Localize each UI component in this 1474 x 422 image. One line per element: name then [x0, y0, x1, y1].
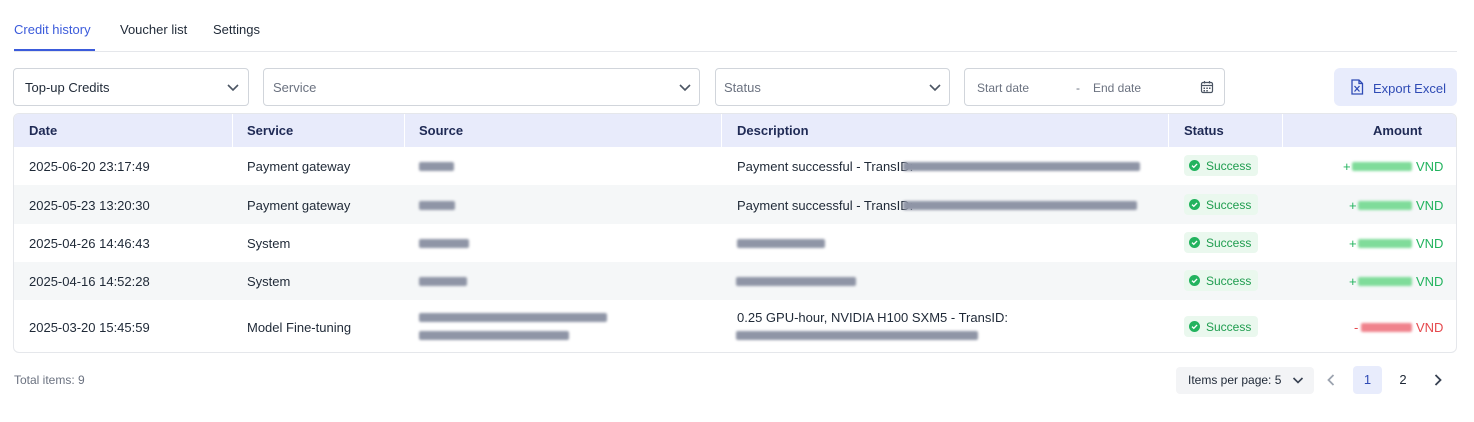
table-row: 2025-03-20 15:45:59 Model Fine-tuning 0.… [14, 300, 1456, 352]
row-service: Payment gateway [247, 159, 351, 174]
redacted-source [419, 162, 454, 171]
tab-settings[interactable]: Settings [213, 22, 260, 37]
end-date-input[interactable]: End date [1093, 81, 1141, 95]
chevron-down-icon [227, 84, 239, 92]
credit-history-table: Date Service Source Description Status A… [13, 113, 1457, 353]
status-text: Success [1206, 159, 1252, 173]
column-header-service: Service [247, 123, 294, 138]
row-date: 2025-05-23 13:20:30 [29, 198, 150, 213]
status-text: Success [1206, 274, 1252, 288]
amount-sign: + [1349, 236, 1357, 251]
active-tab-indicator [14, 49, 95, 51]
redacted-amount [1361, 323, 1412, 332]
amount-sign: + [1349, 274, 1357, 289]
column-header-source: Source [419, 123, 464, 138]
check-circle-icon [1189, 321, 1200, 332]
status-badge: Success [1184, 194, 1258, 215]
amount-currency: VND [1416, 320, 1444, 335]
status-select[interactable]: Status [715, 68, 950, 106]
date-range-picker[interactable]: Start date - End date [964, 68, 1225, 106]
chevron-left-icon[interactable] [1325, 373, 1337, 387]
table-row: 2025-04-26 14:46:43 System Success + VND [14, 224, 1456, 262]
status-select-placeholder: Status [724, 80, 761, 95]
items-per-page-select[interactable]: Items per page: 5 [1176, 367, 1314, 394]
row-date: 2025-03-20 15:45:59 [29, 320, 150, 335]
start-date-input[interactable]: Start date [977, 81, 1029, 95]
page-2-button[interactable]: 2 [1390, 366, 1416, 394]
redacted-source [419, 277, 467, 286]
status-text: Success [1206, 198, 1252, 212]
status-badge: Success [1184, 155, 1258, 176]
chevron-down-icon [929, 84, 941, 92]
column-header-date: Date [29, 123, 58, 138]
amount-sign: + [1349, 198, 1357, 213]
row-service: Model Fine-tuning [247, 320, 352, 335]
column-header-amount: Amount [1373, 123, 1423, 138]
export-excel-label: Export Excel [1373, 81, 1446, 96]
table-row: 2025-06-20 23:17:49 Payment gateway Paym… [14, 147, 1456, 185]
row-service: Payment gateway [247, 198, 351, 213]
amount-currency: VND [1416, 236, 1444, 251]
table-header: Date Service Source Description Status A… [14, 114, 1456, 147]
date-separator: - [1076, 81, 1080, 95]
redacted-amount [1358, 277, 1412, 286]
amount-sign: - [1354, 320, 1359, 335]
row-description: Payment successful - TransID: [737, 159, 914, 174]
total-items: Total items: 9 [14, 373, 85, 387]
type-select[interactable]: Top-up Credits [13, 68, 249, 106]
type-select-value: Top-up Credits [25, 80, 110, 95]
redacted-amount [1352, 162, 1412, 171]
table-row: 2025-05-23 13:20:30 Payment gateway Paym… [14, 185, 1456, 224]
status-badge: Success [1184, 270, 1258, 291]
tab-voucher-list[interactable]: Voucher list [120, 22, 187, 37]
redacted-description [736, 277, 856, 286]
redacted-source [419, 201, 455, 210]
row-description: Payment successful - TransID: [737, 198, 914, 213]
amount-currency: VND [1416, 159, 1444, 174]
check-circle-icon [1189, 160, 1200, 171]
row-service: System [247, 236, 291, 251]
redacted-transid [736, 331, 978, 340]
row-date: 2025-04-16 14:52:28 [29, 274, 150, 289]
table-row: 2025-04-16 14:52:28 System Success + VND [14, 262, 1456, 300]
row-date: 2025-06-20 23:17:49 [29, 159, 150, 174]
row-description: 0.25 GPU-hour, NVIDIA H100 SXM5 - TransI… [737, 310, 1008, 325]
redacted-source [419, 239, 469, 248]
redacted-description [737, 239, 825, 248]
amount-currency: VND [1416, 274, 1444, 289]
check-circle-icon [1189, 199, 1200, 210]
tab-bar: Credit history Voucher list Settings [14, 0, 1457, 52]
row-service: System [247, 274, 291, 289]
excel-icon [1351, 79, 1364, 95]
column-header-description: Description [737, 123, 809, 138]
redacted-transid [903, 201, 1137, 210]
export-excel-button[interactable]: Export Excel [1334, 68, 1457, 106]
status-text: Success [1206, 320, 1252, 334]
status-badge: Success [1184, 316, 1258, 337]
chevron-down-icon [1292, 377, 1304, 384]
redacted-source [419, 331, 569, 340]
status-badge: Success [1184, 232, 1258, 253]
calendar-icon[interactable] [1200, 80, 1214, 94]
check-circle-icon [1189, 237, 1200, 248]
service-select[interactable]: Service [263, 68, 700, 106]
page-1-button[interactable]: 1 [1353, 366, 1382, 394]
chevron-right-icon[interactable] [1432, 373, 1444, 387]
check-circle-icon [1189, 275, 1200, 286]
redacted-amount [1358, 239, 1412, 248]
column-header-status: Status [1184, 123, 1224, 138]
amount-sign: + [1343, 159, 1351, 174]
chevron-down-icon [679, 84, 691, 92]
tab-credit-history[interactable]: Credit history [14, 22, 91, 37]
service-select-placeholder: Service [273, 80, 317, 95]
items-per-page-label: Items per page: 5 [1188, 373, 1282, 387]
redacted-transid [903, 162, 1140, 171]
status-text: Success [1206, 236, 1252, 250]
redacted-amount [1358, 201, 1412, 210]
redacted-source [419, 313, 607, 322]
row-date: 2025-04-26 14:46:43 [29, 236, 150, 251]
amount-currency: VND [1416, 198, 1444, 213]
